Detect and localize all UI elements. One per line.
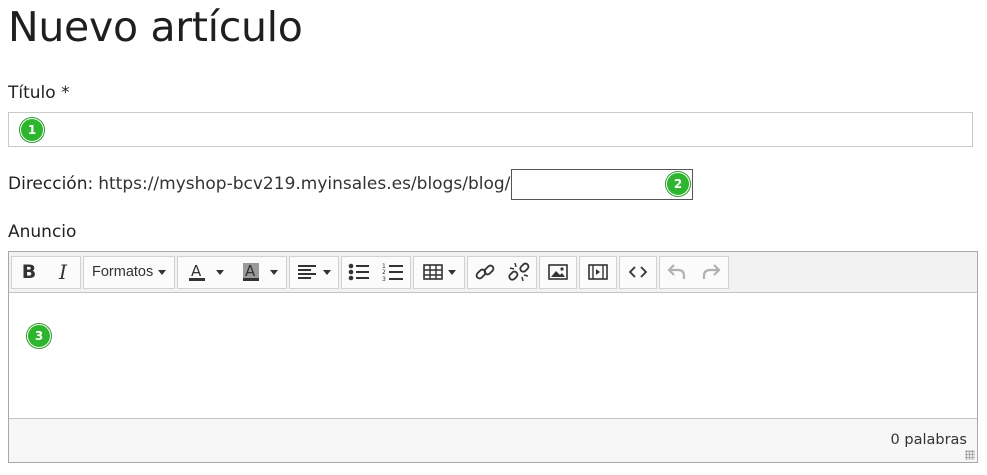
svg-text:2: 2 <box>382 269 386 276</box>
italic-icon: I <box>59 260 67 284</box>
history-group <box>659 255 730 289</box>
step-badge-3: 3 <box>27 324 51 348</box>
image-icon <box>548 264 569 280</box>
table-group <box>413 255 466 289</box>
numbered-list-button[interactable]: 123 <box>376 257 410 288</box>
title-input[interactable] <box>8 112 973 147</box>
bold-button[interactable]: B <box>12 257 46 288</box>
bullet-list-icon <box>348 263 370 281</box>
step-badge-1: 1 <box>20 118 44 142</box>
address-label: Dirección: <box>8 174 94 194</box>
svg-text:3: 3 <box>382 276 386 282</box>
text-color-icon: A <box>187 262 211 282</box>
chevron-down-icon <box>322 269 331 275</box>
video-icon <box>588 264 609 280</box>
undo-icon <box>667 263 687 281</box>
svg-text:A: A <box>191 262 202 280</box>
align-left-icon <box>297 264 318 280</box>
background-color-icon: A <box>241 262 265 282</box>
formats-group: Formatos <box>83 255 176 289</box>
italic-button[interactable]: I <box>46 257 80 288</box>
editor-statusbar: 0 palabras <box>9 419 977 462</box>
link-group <box>467 255 538 289</box>
align-button[interactable] <box>290 257 338 288</box>
unlink-icon <box>508 261 530 283</box>
bullet-list-button[interactable] <box>342 257 376 288</box>
page-title: Nuevo artículo <box>8 3 303 51</box>
editor-content-area[interactable] <box>9 293 977 419</box>
format-group: B I <box>11 255 81 289</box>
image-group <box>539 255 578 289</box>
list-group: 123 <box>341 255 412 289</box>
formats-dropdown[interactable]: Formatos <box>84 257 174 288</box>
text-color-button[interactable]: A <box>178 257 232 288</box>
table-button[interactable] <box>414 257 464 288</box>
redo-icon <box>701 263 721 281</box>
chevron-down-icon <box>215 269 224 275</box>
step-badge-2: 2 <box>666 172 690 196</box>
chevron-down-icon <box>158 269 167 275</box>
video-group <box>579 255 618 289</box>
resize-handle[interactable] <box>965 450 975 460</box>
video-button[interactable] <box>580 257 616 288</box>
link-icon <box>474 261 496 283</box>
align-group <box>289 255 340 289</box>
color-group: A A <box>177 255 288 289</box>
table-icon <box>422 264 443 280</box>
formats-label: Formatos <box>92 264 154 280</box>
announce-label: Anuncio <box>8 222 77 242</box>
source-code-icon <box>628 265 648 279</box>
code-group <box>619 255 658 289</box>
title-label: Título * <box>8 83 70 103</box>
address-row: Dirección: https://myshop-bcv219.myinsal… <box>8 168 694 200</box>
unlink-button[interactable] <box>502 257 536 288</box>
chevron-down-icon <box>447 269 456 275</box>
source-code-button[interactable] <box>620 257 656 288</box>
rich-text-editor: B I Formatos A A 1 2 3 0 palabras <box>8 251 978 463</box>
background-color-button[interactable]: A <box>232 257 286 288</box>
bold-icon: B <box>21 261 37 283</box>
svg-text:A: A <box>245 262 256 280</box>
numbered-list-icon: 123 <box>382 262 404 282</box>
word-count: 0 palabras <box>890 432 967 448</box>
address-url-prefix: https://myshop-bcv219.myinsales.es/blogs… <box>98 174 511 194</box>
redo-button[interactable] <box>694 257 728 288</box>
undo-button[interactable] <box>660 257 694 288</box>
link-button[interactable] <box>468 257 502 288</box>
image-button[interactable] <box>540 257 576 288</box>
chevron-down-icon <box>269 269 278 275</box>
editor-toolbar: B I Formatos A A 1 2 3 <box>9 252 977 293</box>
